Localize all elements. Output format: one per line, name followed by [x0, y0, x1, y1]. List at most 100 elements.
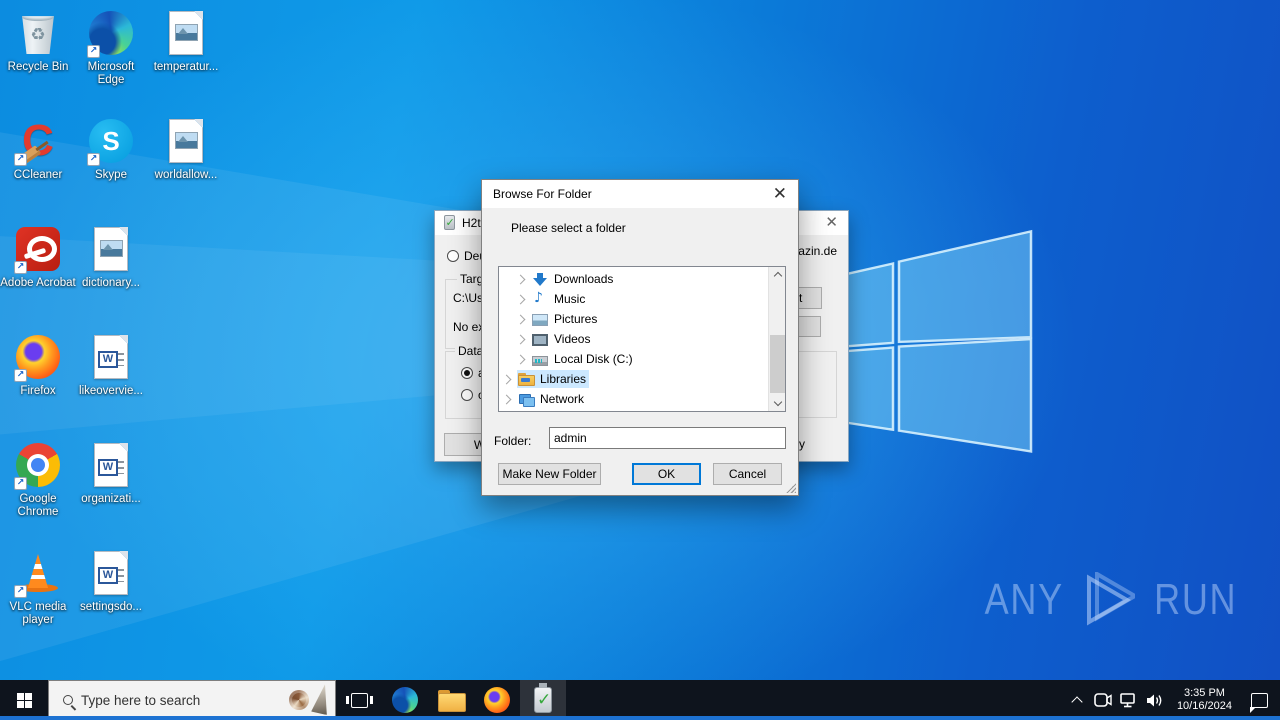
hidden-icons-chevron[interactable] — [1065, 680, 1089, 720]
tree-item-videos[interactable]: Videos — [499, 329, 785, 349]
desktop-icon-google-chrome[interactable]: ↗ Google Chrome — [0, 440, 76, 519]
desktop-icon-label: dictionary... — [82, 277, 140, 289]
chevron-right-icon[interactable] — [501, 394, 512, 404]
desktop-icon-label: temperatur... — [153, 61, 219, 73]
desktop-icon-adobe-acrobat[interactable]: ↗ Adobe Acrobat — [0, 224, 76, 290]
shortcut-arrow-icon: ↗ — [87, 45, 100, 58]
browse-for-folder-dialog[interactable]: Browse For Folder ✕ Please select a fold… — [481, 179, 799, 496]
camera-icon — [1094, 693, 1112, 707]
radio-selected-icon[interactable] — [461, 367, 473, 379]
shortcut-arrow-icon: ↗ — [14, 153, 27, 166]
search-highlight-shells-image[interactable] — [289, 684, 331, 716]
radio-icon[interactable] — [447, 250, 459, 262]
acrobat-icon: ↗ — [14, 224, 62, 274]
tree-item-music[interactable]: Music — [499, 289, 785, 309]
tree-scrollbar[interactable] — [768, 267, 785, 411]
desktop-icon-microsoft-edge[interactable]: ↗ Microsoft Edge — [73, 8, 149, 87]
firefox-icon: ↗ — [14, 332, 62, 382]
chevron-right-icon[interactable] — [515, 334, 526, 344]
tree-item-pictures[interactable]: Pictures — [499, 309, 785, 329]
make-new-folder-button[interactable]: Make New Folder — [498, 463, 601, 485]
task-view-icon — [345, 692, 373, 708]
desktop-icon-label: organizati... — [81, 493, 141, 505]
action-center-button[interactable] — [1242, 680, 1276, 720]
shortcut-arrow-icon: ↗ — [14, 261, 27, 274]
h2testw-close-icon[interactable]: ✕ — [825, 213, 838, 231]
vlc-icon: ↗ — [14, 548, 62, 598]
file-explorer-icon — [438, 690, 466, 712]
ethernet-icon — [1120, 692, 1136, 707]
volume-tray-button[interactable] — [1143, 680, 1167, 720]
dialog-titlebar[interactable]: Browse For Folder ✕ — [482, 180, 798, 208]
desktop-icon-dictionary[interactable]: dictionary... — [73, 224, 149, 290]
cancel-button[interactable]: Cancel — [713, 463, 782, 485]
anyrun-watermark: ANY RUN — [976, 572, 1246, 628]
ok-button[interactable]: OK — [632, 463, 701, 485]
music-icon — [532, 290, 548, 307]
screen-edge-line — [0, 716, 1280, 720]
desktop-icon-label: likeovervie... — [79, 385, 143, 397]
taskbar-search[interactable] — [48, 680, 336, 720]
meet-now-button[interactable] — [1091, 680, 1115, 720]
ccleaner-icon: C ↗ — [14, 116, 62, 166]
desktop-icon-ccleaner[interactable]: C ↗ CCleaner — [0, 116, 76, 182]
tree-item-libraries[interactable]: Libraries — [499, 369, 785, 389]
folder-label: Folder: — [494, 434, 532, 448]
taskbar-file-explorer-button[interactable] — [428, 680, 474, 720]
chevron-right-icon[interactable] — [515, 314, 526, 324]
chevron-right-icon[interactable] — [515, 294, 526, 304]
desktop-icon-settingsdo[interactable]: W settingsdo... — [73, 548, 149, 614]
start-button[interactable] — [0, 680, 48, 720]
desktop-icon-organizati[interactable]: W organizati... — [73, 440, 149, 506]
scroll-down-icon[interactable] — [769, 396, 785, 411]
desktop-icon-label: CCleaner — [13, 169, 63, 181]
shortcut-arrow-icon: ↗ — [14, 369, 27, 382]
dialog-title: Browse For Folder — [493, 187, 592, 201]
tree-item-local-disk-c[interactable]: Local Disk (C:) — [499, 349, 785, 369]
shortcut-arrow-icon: ↗ — [14, 585, 27, 598]
desktop-icon-worldallow[interactable]: worldallow... — [148, 116, 224, 182]
scroll-up-icon[interactable] — [769, 267, 785, 282]
desktop-icon-label: Recycle Bin — [7, 61, 69, 73]
network-icon — [518, 391, 535, 407]
chevron-right-icon[interactable] — [501, 374, 512, 384]
taskbar-firefox-button[interactable] — [474, 680, 520, 720]
taskbar: 3:35 PM 10/16/2024 — [0, 680, 1280, 720]
desktop-icon-recycle-bin[interactable]: ♻ Recycle Bin — [0, 8, 76, 74]
action-center-icon — [1249, 692, 1268, 713]
selected-tree-item-highlight: Libraries — [517, 370, 590, 388]
windows-logo-icon — [16, 692, 32, 708]
taskbar-clock[interactable]: 3:35 PM 10/16/2024 — [1169, 687, 1240, 713]
dialog-close-icon[interactable]: ✕ — [773, 184, 787, 204]
desktop-icon-likeoverview[interactable]: W likeovervie... — [73, 332, 149, 398]
desktop-icon-firefox[interactable]: ↗ Firefox — [0, 332, 76, 398]
desktop-icon-label: Google Chrome — [17, 493, 59, 518]
folder-tree[interactable]: Downloads Music Pictures Videos Local Di — [498, 266, 786, 412]
desktop-icon-label: VLC media player — [9, 601, 67, 626]
resize-grip[interactable] — [786, 483, 796, 493]
desktop-icon-vlc[interactable]: ↗ VLC media player — [0, 548, 76, 627]
speaker-icon — [1146, 694, 1162, 706]
scrollbar-thumb[interactable] — [770, 335, 785, 393]
image-file-icon — [87, 224, 135, 274]
search-icon — [63, 695, 73, 705]
task-view-button[interactable] — [336, 680, 382, 720]
disk-icon — [532, 355, 548, 366]
desktop-icon-temperatur[interactable]: temperatur... — [148, 8, 224, 74]
chevron-right-icon[interactable] — [515, 274, 526, 284]
image-file-icon — [162, 8, 210, 58]
tree-item-network[interactable]: Network — [499, 389, 785, 409]
desktop-icon-skype[interactable]: S ↗ Skype — [73, 116, 149, 182]
folder-name-input[interactable] — [549, 427, 786, 449]
search-input[interactable] — [81, 692, 251, 708]
chevron-right-icon[interactable] — [515, 354, 526, 364]
image-file-icon — [162, 116, 210, 166]
word-file-icon: W — [87, 548, 135, 598]
network-tray-button[interactable] — [1117, 680, 1141, 720]
radio-icon[interactable] — [461, 389, 473, 401]
h2testw-target-path: C:\Us — [453, 291, 483, 305]
taskbar-h2testw-button-active[interactable] — [520, 680, 566, 720]
word-file-icon: W — [87, 440, 135, 490]
taskbar-edge-button[interactable] — [382, 680, 428, 720]
tree-item-downloads[interactable]: Downloads — [499, 269, 785, 289]
